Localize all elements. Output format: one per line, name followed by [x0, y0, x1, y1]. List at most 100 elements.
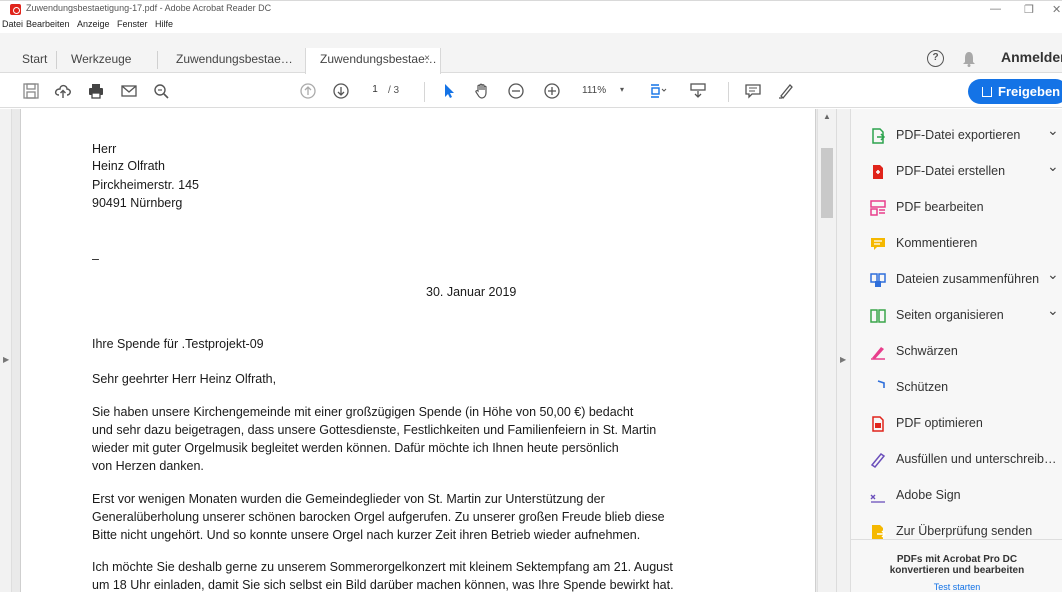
chevron-down-icon[interactable]: ⌄ — [1047, 122, 1059, 139]
tab-bar: Start Werkzeuge Zuwendungsbestae… Zuwend… — [0, 33, 1062, 74]
chevron-down-icon[interactable]: ⌄ — [1047, 302, 1059, 319]
tool-label: PDF-Datei erstellen — [896, 164, 1006, 178]
close-tab-icon[interactable]: × — [424, 53, 430, 64]
print-icon[interactable] — [86, 81, 106, 101]
paragraph-line: Erst vor wenigen Monaten wurden die Geme… — [92, 492, 605, 506]
optimize-pdf-icon — [869, 415, 887, 433]
right-pane-toggle[interactable]: ▶ — [836, 109, 850, 592]
tool-combine-files[interactable]: Dateien zusammenführen ⌄ — [851, 262, 1062, 298]
upload-cloud-icon[interactable] — [53, 81, 73, 101]
hand-tool-icon[interactable] — [472, 81, 492, 101]
zoom-dropdown-chevron-icon[interactable]: ▾ — [620, 85, 624, 94]
promo-line-1: PDFs mit Acrobat Pro DC — [896, 554, 1018, 565]
menu-datei[interactable]: Datei — [2, 19, 23, 29]
separator-dash: – — [92, 252, 99, 266]
signin-link[interactable]: Anmelden — [1001, 49, 1062, 65]
tool-adobe-sign[interactable]: Adobe Sign — [851, 478, 1062, 514]
vertical-scrollbar[interactable]: ▲ — [817, 109, 836, 592]
tool-label: PDF optimieren — [896, 416, 983, 430]
menu-bar: Datei Bearbeiten Anzeige Fenster Hilfe — [0, 18, 1062, 32]
next-page-icon[interactable] — [331, 81, 351, 101]
protect-icon — [869, 379, 887, 397]
fit-page-icon[interactable] — [648, 81, 668, 101]
tool-label: Kommentieren — [896, 236, 978, 250]
zoom-in-icon[interactable] — [542, 81, 562, 101]
previous-page-icon[interactable] — [298, 81, 318, 101]
tool-organize-pages[interactable]: Seiten organisieren ⌄ — [851, 298, 1062, 334]
paragraph-line: von Herzen danken. — [92, 459, 204, 473]
share-icon — [982, 87, 992, 97]
page-number-input[interactable]: 1 — [363, 81, 387, 99]
scroll-thumb[interactable] — [821, 148, 833, 218]
tool-redact[interactable]: Schwärzen — [851, 334, 1062, 370]
help-icon[interactable]: ? — [927, 50, 944, 67]
create-pdf-icon — [869, 163, 887, 181]
letter-date: 30. Januar 2019 — [426, 285, 517, 299]
promo-line-2: konvertieren und bearbeiten — [889, 565, 1025, 576]
acrobat-logo-icon — [10, 4, 21, 15]
tab-start[interactable]: Start — [22, 48, 47, 73]
organize-pages-icon — [869, 307, 887, 325]
tool-label: Dateien zusammenführen — [896, 272, 1040, 286]
expand-left-chevron-icon[interactable]: ▶ — [3, 355, 9, 364]
tool-optimize-pdf[interactable]: PDF optimieren — [851, 406, 1062, 442]
paragraph-line: um 18 Uhr einladen, damit Sie sich selbs… — [92, 578, 674, 592]
title-bar: Zuwendungsbestaetigung-17.pdf - Adobe Ac… — [0, 0, 1062, 18]
menu-fenster[interactable]: Fenster — [117, 19, 148, 29]
highlight-pen-icon[interactable] — [776, 81, 796, 101]
tool-label: PDF-Datei exportieren — [896, 128, 1021, 142]
share-label: Freigeben — [998, 84, 1061, 99]
menu-hilfe[interactable]: Hilfe — [155, 19, 173, 29]
tool-label: Seiten organisieren — [896, 308, 1004, 322]
menu-anzeige[interactable]: Anzeige — [77, 19, 110, 29]
window-title: Zuwendungsbestaetigung-17.pdf - Adobe Ac… — [26, 3, 272, 13]
tool-label: PDF bearbeiten — [896, 200, 984, 214]
tab-document-2[interactable]: Zuwendungsbestae… × — [305, 48, 441, 74]
restore-button[interactable]: ❐ — [1024, 3, 1034, 16]
toolbar: 1 / 3 111% ▾ Freigeben — [0, 74, 1062, 108]
tab-document-2-label: Zuwendungsbestae… — [320, 52, 437, 66]
address-line-1: Herr — [92, 142, 117, 156]
left-pane-toggle[interactable]: ▶ — [0, 109, 12, 592]
paragraph-1: Sie haben unsere Kirchengemeinde mit ein… — [92, 403, 656, 475]
combine-files-icon — [869, 271, 887, 289]
tab-separator — [157, 51, 158, 69]
tools-panel: PDF-Datei exportieren ⌄ PDF-Datei erstelle… — [850, 109, 1062, 592]
chevron-down-icon[interactable]: ⌄ — [1047, 266, 1059, 283]
address-line-2: Heinz Olfrath — [92, 159, 165, 173]
share-button[interactable]: Freigeben — [968, 79, 1062, 104]
paragraph-2: Erst vor wenigen Monaten wurden die Geme… — [92, 490, 665, 544]
tool-comment[interactable]: Kommentieren — [851, 226, 1062, 262]
tool-edit-pdf[interactable]: PDF bearbeiten — [851, 190, 1062, 226]
tool-export-pdf[interactable]: PDF-Datei exportieren ⌄ — [851, 118, 1062, 154]
comment-note-icon[interactable] — [743, 81, 763, 101]
save-icon[interactable] — [21, 81, 41, 101]
start-trial-link[interactable]: Test starten — [851, 582, 1062, 592]
chevron-down-icon[interactable]: ⌄ — [1047, 158, 1059, 175]
address-line-3: Pirckheimerstr. 145 — [92, 178, 199, 192]
document-area: ▶ Herr Heinz Olfrath Pirckheimerstr. 145… — [0, 109, 836, 592]
collapse-right-chevron-icon[interactable]: ▶ — [840, 355, 846, 364]
close-window-button[interactable]: ✕ — [1052, 3, 1061, 16]
tool-fill-sign[interactable]: Ausfüllen und unterschreib… — [851, 442, 1062, 478]
search-icon[interactable] — [151, 81, 171, 101]
email-icon[interactable] — [119, 81, 139, 101]
tool-create-pdf[interactable]: PDF-Datei erstellen ⌄ — [851, 154, 1062, 190]
scroll-mode-icon[interactable] — [688, 81, 708, 101]
scroll-up-arrow-icon[interactable]: ▲ — [823, 112, 831, 121]
tab-werkzeuge[interactable]: Werkzeuge — [71, 48, 131, 73]
page-total: / 3 — [388, 85, 400, 96]
select-cursor-icon[interactable] — [439, 81, 459, 101]
redact-icon — [869, 343, 887, 361]
zoom-out-icon[interactable] — [506, 81, 526, 101]
paragraph-line: Ich möchte Sie deshalb gerne zu unserem … — [92, 560, 673, 574]
adobe-sign-icon — [869, 487, 887, 505]
menu-bearbeiten[interactable]: Bearbeiten — [26, 19, 70, 29]
notification-bell-icon[interactable] — [962, 51, 976, 67]
tool-label: Schwärzen — [896, 344, 958, 358]
tool-protect[interactable]: Schützen — [851, 370, 1062, 406]
minimize-button[interactable]: — — [990, 3, 1001, 15]
zoom-level[interactable]: 111% — [582, 85, 606, 96]
tab-document-1[interactable]: Zuwendungsbestae… — [176, 48, 293, 73]
fill-sign-icon — [869, 451, 887, 469]
